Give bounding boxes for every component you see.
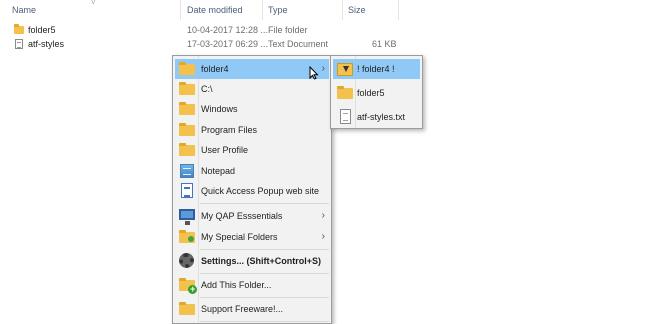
file-name: folder5 [28, 25, 56, 35]
menu-item-label: folder5 [357, 88, 385, 98]
menu-item-support-freeware[interactable]: Support Freeware!... [175, 299, 329, 319]
monitor-icon [179, 209, 195, 225]
download-folder-icon [337, 63, 353, 76]
folder4-submenu: ! folder4 ! folder5 atf-styles.txt [330, 55, 423, 129]
submenu-item-open-folder4[interactable]: ! folder4 ! [333, 59, 420, 79]
menu-item-label: folder4 [201, 64, 229, 74]
folder-icon [179, 143, 195, 156]
menu-separator [200, 249, 329, 250]
menu-item-label: Add This Folder... [201, 280, 272, 290]
menu-item-label: Windows [201, 104, 238, 114]
file-row-folder5[interactable]: folder5 10-04-2017 12:28 ... File folder [0, 23, 400, 38]
sort-chevron-icon: ˅ [91, 0, 96, 7]
text-file-icon [15, 39, 23, 49]
file-date: 17-03-2017 06:29 ... [187, 39, 269, 49]
submenu-item-atf-styles[interactable]: atf-styles.txt [333, 107, 420, 127]
folder-icon [179, 82, 195, 95]
chevron-right-icon: › [321, 210, 325, 221]
chevron-right-icon: › [321, 63, 325, 74]
file-row-atf-styles[interactable]: atf-styles 17-03-2017 06:29 ... Text Doc… [0, 37, 400, 52]
menu-item-folder4[interactable]: folder4 › [175, 59, 329, 79]
web-page-icon [181, 183, 193, 198]
menu-separator [200, 273, 329, 274]
menu-item-label: C:\ [201, 84, 213, 94]
column-divider[interactable] [398, 0, 399, 20]
menu-item-label: Program Files [201, 125, 258, 135]
quick-access-popup-menu: folder4 › C:\ Windows Program Files User… [172, 55, 332, 324]
menu-separator [200, 297, 329, 298]
menu-separator [200, 321, 329, 322]
menu-item-qap-website[interactable]: Quick Access Popup web site [175, 181, 329, 201]
file-type: Text Document [268, 39, 329, 49]
menu-item-special-folders[interactable]: My Special Folders › [175, 227, 329, 247]
column-header-date[interactable]: Date modified [187, 0, 243, 20]
menu-item-program-files[interactable]: Program Files [175, 120, 329, 140]
menu-item-user-profile[interactable]: User Profile [175, 140, 329, 160]
menu-item-label: Settings... (Shift+Control+S) [201, 256, 322, 266]
file-type: File folder [268, 25, 308, 35]
menu-item-label: My QAP Esssentials [201, 211, 283, 221]
menu-item-label: My Special Folders [201, 232, 278, 242]
file-size: 61 KB [372, 39, 397, 49]
folder-icon [337, 86, 353, 99]
menu-item-label: Quick Access Popup web site [201, 186, 320, 196]
text-file-icon [340, 109, 351, 124]
column-divider[interactable] [342, 0, 343, 20]
menu-item-settings[interactable]: Settings... (Shift+Control+S) [175, 251, 329, 271]
menu-item-qap-essentials[interactable]: My QAP Esssentials › [175, 206, 329, 226]
menu-item-label: User Profile [201, 145, 249, 155]
file-date: 10-04-2017 12:28 ... [187, 25, 269, 35]
column-header-size[interactable]: Size [348, 0, 366, 20]
menu-item-label: Support Freeware!... [201, 304, 284, 314]
add-folder-icon [179, 278, 197, 294]
chevron-right-icon: › [321, 231, 325, 242]
gear-icon [179, 253, 194, 268]
menu-item-notepad[interactable]: Notepad [175, 161, 329, 181]
menu-item-add-folder[interactable]: Add This Folder... [175, 275, 329, 295]
folder-icon [14, 24, 24, 34]
column-header-type[interactable]: Type [268, 0, 288, 20]
folder-icon [179, 302, 195, 315]
folder-icon [179, 62, 195, 75]
file-name: atf-styles [28, 39, 65, 49]
submenu-item-folder5[interactable]: folder5 [333, 83, 420, 103]
menu-item-label: Notepad [201, 166, 236, 176]
notepad-icon [180, 164, 194, 178]
column-divider[interactable] [180, 0, 181, 20]
special-folder-icon [179, 230, 195, 243]
menu-item-c-drive[interactable]: C:\ [175, 79, 329, 99]
menu-item-label: ! folder4 ! [357, 64, 395, 74]
column-divider[interactable] [262, 0, 263, 20]
folder-icon [179, 102, 195, 115]
menu-item-label: atf-styles.txt [357, 112, 406, 122]
folder-icon [179, 123, 195, 136]
column-header-name[interactable]: Name [12, 0, 36, 20]
menu-item-windows[interactable]: Windows [175, 99, 329, 119]
menu-separator [200, 203, 329, 204]
